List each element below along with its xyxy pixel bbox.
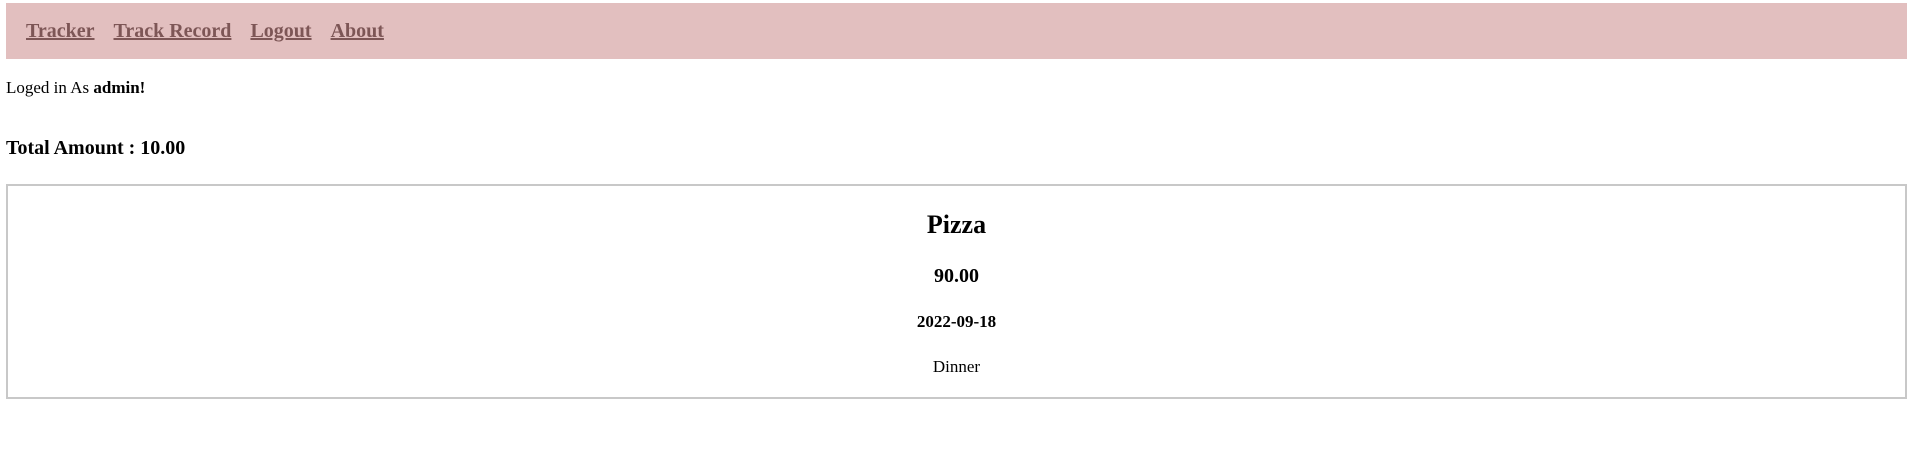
record-date: 2022-09-18 <box>916 312 997 331</box>
record-card: Pizza 90.00 2022-09-18 Dinner <box>6 184 1907 399</box>
total-amount: Total Amount : 10.00 <box>6 137 186 159</box>
nav-link-tracker[interactable]: Tracker <box>26 20 95 43</box>
nav-link-about[interactable]: About <box>331 20 384 43</box>
login-status: Loged in As admin! <box>6 78 145 98</box>
nav-link-logout[interactable]: Logout <box>250 20 311 43</box>
record-meal: Dinner <box>932 357 981 376</box>
page: Tracker Track Record Logout About Loged … <box>0 0 1907 457</box>
record-price: 90.00 <box>934 265 979 287</box>
login-prefix: Loged in As <box>6 78 90 97</box>
navbar: Tracker Track Record Logout About <box>6 3 1907 59</box>
record-name: Pizza <box>926 210 987 239</box>
login-username: admin! <box>93 78 146 97</box>
nav-link-track-record[interactable]: Track Record <box>114 20 232 43</box>
